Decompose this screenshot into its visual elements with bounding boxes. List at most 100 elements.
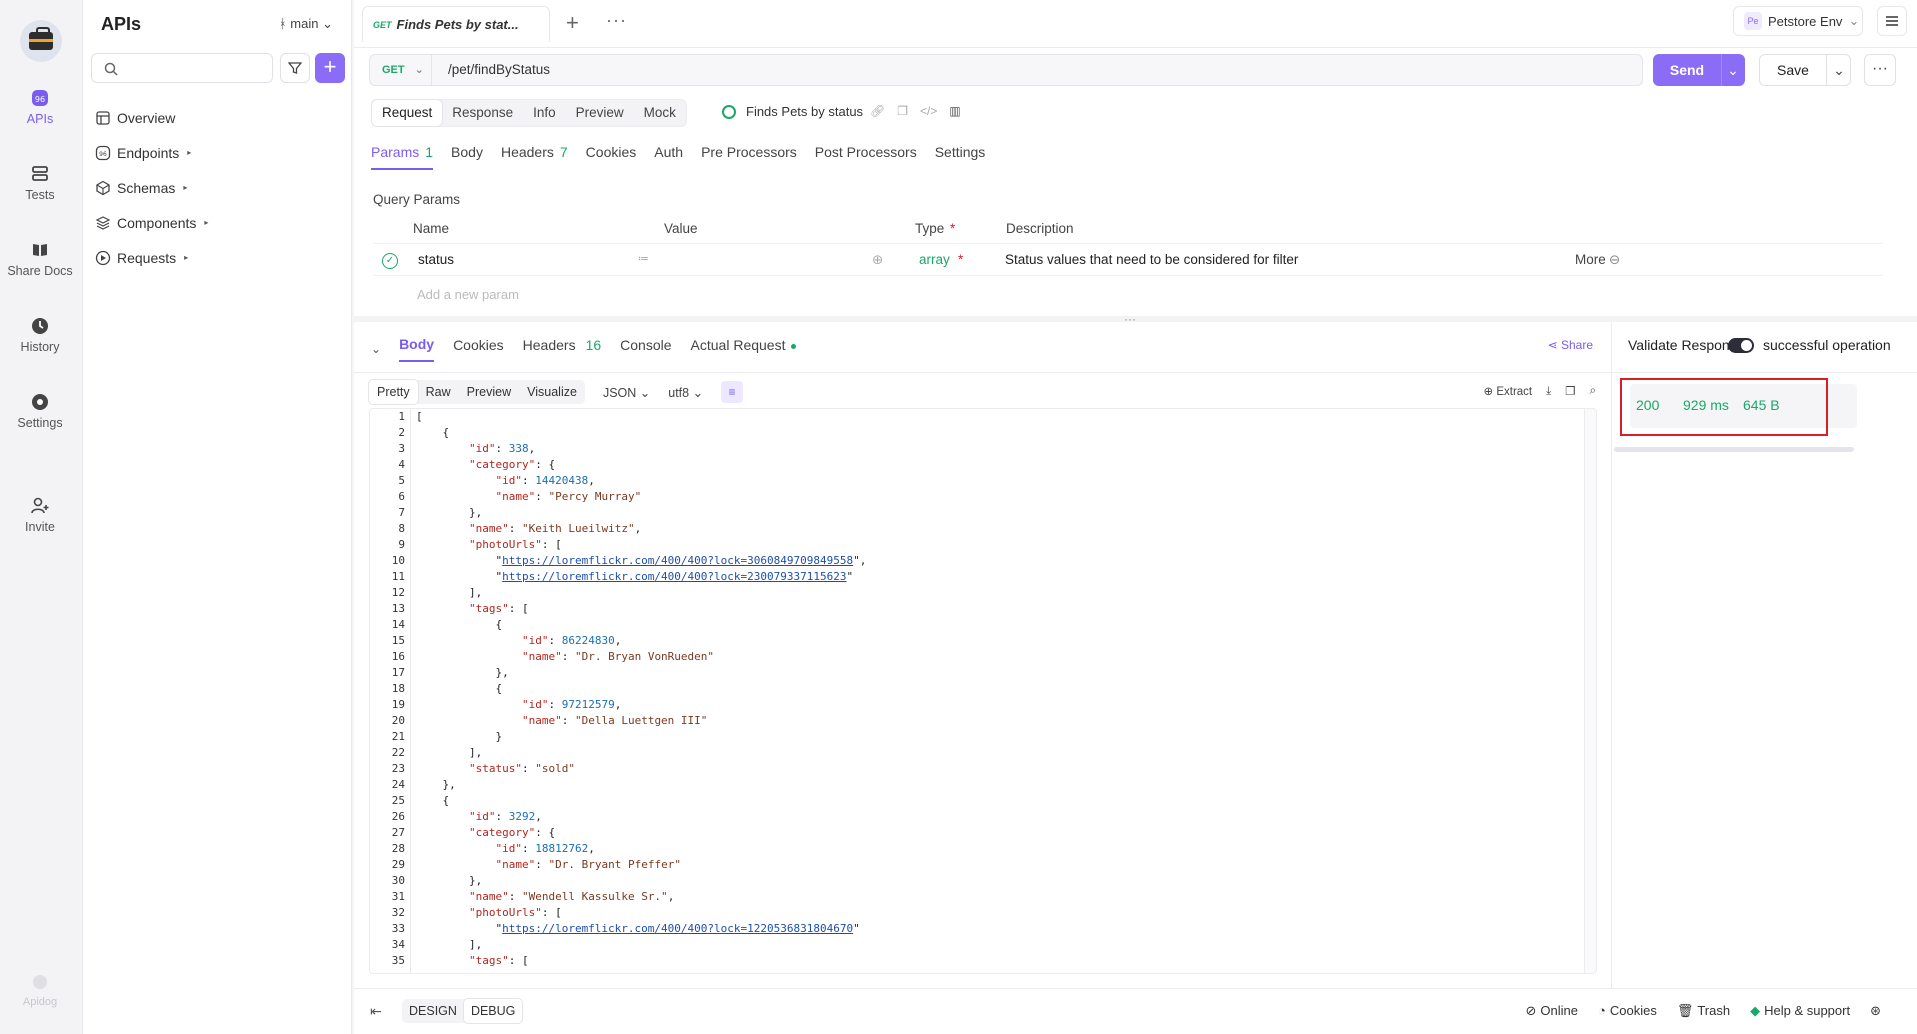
panel-toggle-icon[interactable]: ▥	[949, 104, 960, 118]
tab-finds-pets[interactable]: GET Finds Pets by stat...	[362, 6, 550, 42]
tab-post-processors[interactable]: Post Processors	[815, 144, 917, 170]
tab-preview-body[interactable]: Preview	[459, 380, 519, 404]
tab-info[interactable]: Info	[523, 100, 566, 126]
more-link[interactable]: More	[1575, 252, 1606, 267]
sidebar-item-components[interactable]: Components ▸	[95, 205, 208, 240]
tab-response-cookies[interactable]: Cookies	[453, 337, 504, 361]
operation-label[interactable]: successful operation	[1763, 337, 1891, 353]
download-icon[interactable]: ⤓	[1546, 385, 1551, 398]
tab-raw[interactable]: Raw	[418, 380, 459, 404]
wrap-lines-button[interactable]: ≡	[721, 381, 744, 403]
globe-icon	[722, 104, 736, 119]
env-badge: Pe	[1744, 12, 1762, 30]
tab-pre-processors[interactable]: Pre Processors	[701, 144, 797, 170]
link-icon[interactable]: 🔗︎	[870, 104, 885, 118]
add-button[interactable]: +	[315, 53, 345, 83]
collapse-chevron-icon[interactable]: ⌄	[371, 342, 381, 356]
tab-response-headers[interactable]: Headers 16	[523, 337, 602, 361]
share-label: Share	[1560, 338, 1593, 352]
mode-debug[interactable]: DEBUG	[463, 999, 523, 1023]
vertical-scrollbar[interactable]	[1584, 409, 1596, 973]
collapse-sidebar-icon[interactable]: ⇤	[370, 1003, 382, 1020]
horizontal-scrollbar[interactable]	[1614, 447, 1854, 452]
tab-headers[interactable]: Headers 7	[501, 144, 568, 170]
copy-icon[interactable]: ❐	[897, 104, 908, 118]
sidebar-item-requests[interactable]: Requests ▸	[95, 240, 208, 275]
help-icon: ◆	[1750, 1003, 1761, 1018]
tab-params[interactable]: Params 1	[371, 144, 434, 170]
share-button[interactable]: ⋖ Share	[1548, 338, 1593, 352]
tab-cookies[interactable]: Cookies	[586, 144, 637, 170]
tab-response[interactable]: Response	[442, 100, 523, 126]
tab-preview[interactable]: Preview	[566, 100, 634, 126]
branch-selector[interactable]: ᚼ main ⌄	[279, 16, 333, 32]
sidebar-item-schemas[interactable]: Schemas ▸	[95, 170, 208, 205]
send-options-chevron-icon[interactable]: ⌄	[1721, 54, 1745, 86]
sidebar-item-overview[interactable]: Overview	[95, 100, 208, 135]
tab-response-body[interactable]: Body	[399, 336, 435, 362]
project-logo[interactable]	[20, 20, 62, 62]
tab-mock[interactable]: Mock	[634, 100, 686, 126]
code-line: "id": 86224830,	[521, 634, 622, 647]
expand-caret-icon[interactable]: ▸	[187, 148, 191, 157]
response-body-viewer[interactable]: 1 2 3 4 5 6 7 8 9 10 11 12 13 14 15 16 17 18 19 20 21 22 23 24 2…	[369, 408, 1597, 974]
rail-item-settings[interactable]: Settings	[0, 392, 80, 430]
validate-response-toggle[interactable]	[1728, 338, 1754, 353]
param-description[interactable]: Status values that need to be considered…	[1005, 252, 1298, 267]
mode-design[interactable]: DESIGN	[402, 999, 464, 1023]
minus-circle-icon[interactable]: ⊖	[1609, 252, 1620, 268]
highlight-box	[1620, 378, 1828, 436]
tab-settings[interactable]: Settings	[935, 144, 986, 170]
help-support-button[interactable]: ◆ Help & support	[1750, 1003, 1850, 1019]
rail-item-invite[interactable]: Invite	[0, 496, 80, 534]
tab-request[interactable]: Request	[372, 100, 443, 126]
expand-caret-icon[interactable]: ▸	[183, 183, 187, 192]
tab-actual-request[interactable]: Actual Request	[691, 337, 797, 361]
line-number: 25	[391, 794, 405, 807]
rail-item-history[interactable]: History	[0, 316, 80, 354]
add-param-input[interactable]: Add a new param	[417, 287, 519, 302]
tab-visualize[interactable]: Visualize	[519, 380, 585, 404]
method-select[interactable]: GET ⌄	[370, 55, 432, 85]
encoding-select[interactable]: utf8 ⌄	[668, 385, 703, 400]
environment-selector[interactable]: Pe Petstore Env ⌄	[1733, 6, 1863, 36]
tab-console[interactable]: Console	[620, 337, 671, 361]
url-input[interactable]: /pet/findByStatus	[448, 62, 550, 77]
drag-handle-icon[interactable]: ≔	[638, 252, 649, 265]
trash-button[interactable]: 🗑︎ Trash	[1677, 1003, 1730, 1019]
sidebar-search-input[interactable]	[91, 53, 273, 83]
tab-pretty[interactable]: Pretty	[369, 380, 418, 404]
menu-button[interactable]	[1877, 6, 1907, 36]
upload-icon[interactable]: ⊛	[1870, 1003, 1881, 1019]
expand-caret-icon[interactable]: ▸	[184, 253, 188, 262]
extract-button[interactable]: ⊕ Extract	[1484, 384, 1533, 398]
new-tab-button[interactable]: +	[566, 10, 579, 36]
param-name-field[interactable]: status	[418, 252, 454, 267]
tab-auth[interactable]: Auth	[654, 144, 683, 170]
sidebar-item-endpoints[interactable]: 96 Endpoints ▸	[95, 135, 208, 170]
format-select[interactable]: JSON ⌄	[603, 385, 650, 400]
param-value-field[interactable]	[664, 252, 864, 270]
more-options-button[interactable]: ···	[1864, 54, 1896, 86]
col-type: Type	[915, 221, 945, 236]
code-line: "name": "Percy Murray"	[495, 490, 642, 503]
code-icon[interactable]: </>	[920, 104, 937, 118]
save-options-chevron-icon[interactable]: ⌄	[1826, 55, 1852, 85]
rail-item-share-docs[interactable]: Share Docs	[0, 240, 80, 278]
rail-item-tests[interactable]: Tests	[0, 164, 80, 202]
code-line: ],	[416, 746, 483, 759]
cookies-button[interactable]: ◔ Cookies	[1598, 1003, 1657, 1019]
filter-button[interactable]	[280, 53, 310, 83]
param-type[interactable]: array	[919, 252, 950, 267]
copy-icon[interactable]: ❐	[1565, 384, 1575, 398]
add-value-icon[interactable]: ⊕	[872, 252, 883, 268]
search-icon[interactable]: ⌕	[1590, 385, 1596, 398]
tab-body[interactable]: Body	[451, 144, 483, 170]
online-status[interactable]: ⊘ Online	[1526, 1003, 1578, 1019]
expand-caret-icon[interactable]: ▸	[204, 218, 208, 227]
rail-item-apis[interactable]: 96 APIs	[0, 88, 80, 126]
send-button[interactable]: Send ⌄	[1653, 54, 1745, 86]
tab-more-button[interactable]: ···	[606, 10, 627, 31]
save-button[interactable]: Save ⌄	[1759, 54, 1851, 86]
param-enabled-checkbox[interactable]: ✓	[382, 253, 398, 269]
